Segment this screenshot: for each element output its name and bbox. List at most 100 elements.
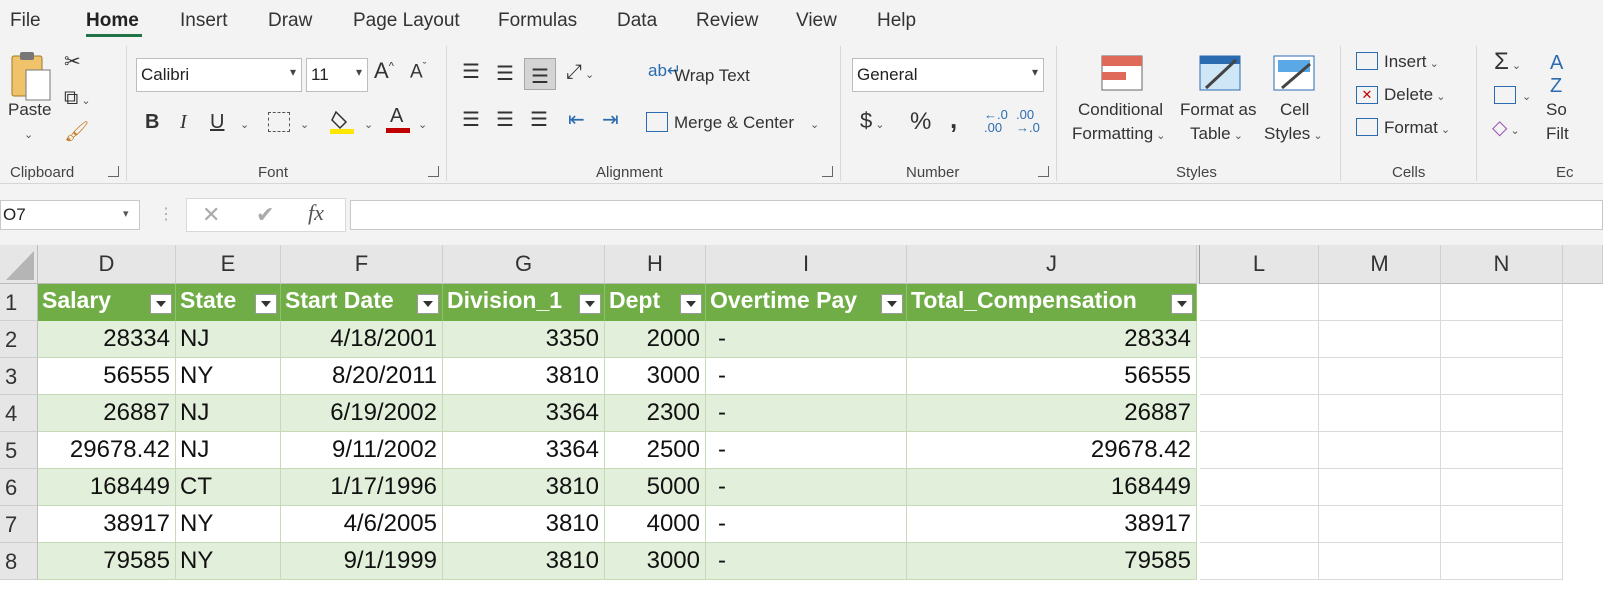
insert-cells-button[interactable]: Insert ⌄ [1384,52,1439,72]
cancel-icon[interactable]: ✕ [202,202,220,228]
format-as-table-label-1[interactable]: Format as [1180,100,1257,120]
filter-dropdown-icon[interactable] [417,294,439,314]
table-cell[interactable]: 3364 [443,395,605,432]
table-cell[interactable]: 79585 [38,543,176,580]
autosum-icon[interactable]: Σ ⌄ [1494,50,1521,74]
empty-cell[interactable] [1319,395,1441,432]
empty-cell[interactable] [1441,469,1563,506]
align-left-icon[interactable]: ☰ [462,110,480,130]
percent-icon[interactable]: % [910,110,931,134]
empty-cell[interactable] [1319,321,1441,358]
column-header-j[interactable]: J [907,245,1197,284]
align-center-icon[interactable]: ☰ [496,110,514,130]
alignment-launcher-icon[interactable] [822,166,833,177]
empty-cell[interactable] [1441,432,1563,469]
empty-cell[interactable] [1319,543,1441,580]
table-cell[interactable]: 5000 [605,469,706,506]
table-cell[interactable]: 4000 [605,506,706,543]
table-cell[interactable]: 79585 [907,543,1197,580]
empty-cell[interactable] [1319,506,1441,543]
table-cell[interactable]: NJ [176,395,281,432]
tab-file[interactable]: File [10,10,41,32]
empty-cell[interactable] [1200,395,1319,432]
enter-icon[interactable]: ✔ [256,202,274,228]
table-cell[interactable]: 9/1/1999 [281,543,443,580]
table-cell[interactable]: 26887 [38,395,176,432]
table-cell[interactable]: 3000 [605,358,706,395]
table-cell[interactable]: 4/6/2005 [281,506,443,543]
underline-dropdown-icon[interactable]: ⌄ [240,118,249,131]
increase-indent-icon[interactable]: ⇥ [602,110,619,130]
table-cell[interactable]: 168449 [907,469,1197,506]
fill-dropdown-icon[interactable]: ⌄ [1522,90,1531,103]
font-color-dropdown-icon[interactable]: ⌄ [418,118,427,131]
table-cell[interactable]: 9/11/2002 [281,432,443,469]
table-header-cell[interactable]: Dept [605,284,706,321]
borders-icon[interactable] [268,112,290,132]
fill-icon[interactable] [1494,86,1516,104]
filter-dropdown-icon[interactable] [881,294,903,314]
table-header-cell[interactable]: Total_Compensation [907,284,1197,321]
table-cell[interactable]: 28334 [38,321,176,358]
table-cell[interactable]: 3810 [443,506,605,543]
empty-cell[interactable] [1200,432,1319,469]
orientation-icon[interactable]: ⤢ ⌄ [566,62,594,82]
grow-font-icon[interactable]: A^ [374,60,394,82]
merge-center-button[interactable]: Merge & Center [674,113,794,133]
empty-cell[interactable] [1441,321,1563,358]
tab-data[interactable]: Data [617,10,657,32]
decrease-indent-icon[interactable]: ⇤ [568,110,585,130]
more-options-icon[interactable]: ⋮ [158,204,174,224]
column-header-n[interactable]: N [1441,245,1563,284]
wrap-text-button[interactable]: Wrap Text [674,66,750,86]
copy-icon[interactable]: ⧉ ⌄ [64,88,91,108]
row-header-1[interactable]: 1 [0,284,38,321]
tab-formulas[interactable]: Formulas [498,10,577,32]
table-cell[interactable]: NY [176,358,281,395]
sort-filter-label-1[interactable]: So [1546,100,1567,120]
delete-cells-button[interactable]: Delete ⌄ [1384,85,1445,105]
empty-cell[interactable] [1319,432,1441,469]
column-header-e[interactable]: E [176,245,281,284]
empty-cell[interactable] [1200,469,1319,506]
merge-center-icon[interactable] [646,112,668,132]
table-cell[interactable]: 29678.42 [907,432,1197,469]
table-cell[interactable]: 56555 [907,358,1197,395]
empty-cell[interactable] [1200,284,1319,321]
number-format-select[interactable]: General ▾ [852,58,1044,92]
formula-input[interactable] [350,200,1603,230]
empty-cell[interactable] [1441,284,1563,321]
row-header-8[interactable]: 8 [0,543,38,580]
number-launcher-icon[interactable] [1038,166,1049,177]
table-cell[interactable]: - [706,358,907,395]
cell-styles-label-2[interactable]: Styles ⌄ [1264,124,1323,144]
empty-cell[interactable] [1200,543,1319,580]
table-cell[interactable]: 38917 [38,506,176,543]
table-cell[interactable]: 3810 [443,469,605,506]
column-header-d[interactable]: D [38,245,176,284]
row-header-5[interactable]: 5 [0,432,38,469]
table-cell[interactable]: 168449 [38,469,176,506]
table-cell[interactable]: 38917 [907,506,1197,543]
format-cells-icon[interactable] [1356,118,1378,136]
tab-review[interactable]: Review [696,10,758,32]
column-header-partial[interactable] [1563,245,1603,284]
font-name-select[interactable]: Calibri ▾ [136,58,302,92]
insert-function-icon[interactable]: fx [308,200,324,226]
filter-dropdown-icon[interactable] [579,294,601,314]
table-header-cell[interactable]: Division_1 [443,284,605,321]
column-header-i[interactable]: I [706,245,907,284]
row-header-6[interactable]: 6 [0,469,38,506]
table-cell[interactable]: NY [176,506,281,543]
table-cell[interactable]: 3350 [443,321,605,358]
table-cell[interactable]: 2300 [605,395,706,432]
format-painter-icon[interactable]: 🖌 [64,122,89,142]
table-cell[interactable]: NY [176,543,281,580]
conditional-formatting-label-1[interactable]: Conditional [1078,100,1163,120]
empty-cell[interactable] [1200,506,1319,543]
column-header-g[interactable]: G [443,245,605,284]
format-cells-button[interactable]: Format ⌄ [1384,118,1450,138]
table-header-cell[interactable]: Start Date [281,284,443,321]
table-cell[interactable]: - [706,543,907,580]
table-header-cell[interactable]: State [176,284,281,321]
